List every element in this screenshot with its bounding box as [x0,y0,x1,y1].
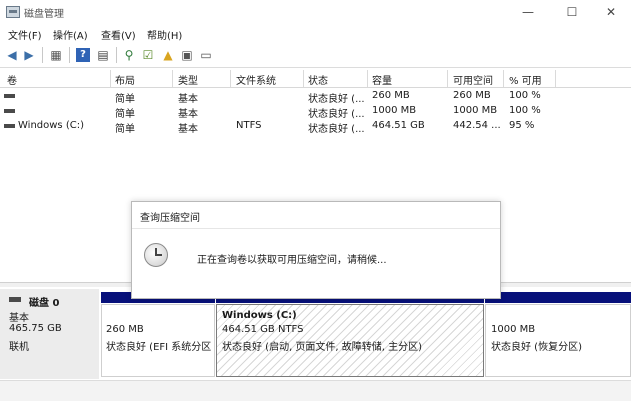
disk-type: 基本 [9,313,29,324]
partition-size: 260 MB [106,324,144,335]
cell-layout: 简单 [115,124,135,135]
cell-type: 基本 [178,94,198,105]
partition-status: 状态良好 (启动, 页面文件, 故障转储, 主分区) [222,342,423,353]
minimize-button[interactable]: — [508,0,548,24]
disk-name: 磁盘 0 [29,298,60,309]
clock-hand [155,254,162,256]
menu-action[interactable]: 操作(A) [53,27,88,42]
volume-icon [4,109,15,113]
volume-icon [4,124,15,128]
cell-capacity: 1000 MB [372,105,417,116]
cell-status: 状态良好 (... [308,124,365,135]
toolbar-separator [42,47,43,63]
column-divider[interactable] [172,70,173,87]
column-divider[interactable] [367,70,368,87]
help-icon[interactable]: ? [76,48,90,62]
back-icon[interactable]: ◀ [5,48,19,62]
cell-free-space: 1000 MB [453,105,498,116]
cell-free-space: 260 MB [453,90,491,101]
view-icon[interactable]: ▭ [199,48,213,62]
cell-type: 基本 [178,124,198,135]
column-divider[interactable] [503,70,504,87]
disk-size: 465.75 GB [9,323,62,334]
menu-help[interactable]: 帮助(H) [147,27,182,42]
query-shrink-dialog: 查询压缩空间 正在查询卷以获取可用压缩空间，请稍候... [131,201,501,299]
column-header-free-space[interactable]: 可用空间 [453,72,493,87]
disk-info-panel[interactable]: 磁盘 0 基本 465.75 GB 联机 [0,289,99,379]
partition-size: 1000 MB [491,324,536,335]
forward-icon[interactable]: ▶ [22,48,36,62]
column-divider[interactable] [555,70,556,87]
menu-view[interactable]: 查看(V) [101,27,136,42]
cell-percent-free: 95 % [509,120,535,131]
dialog-message: 正在查询卷以获取可用压缩空间，请稍候... [197,255,387,266]
column-divider[interactable] [110,70,111,87]
disk-management-icon [6,6,20,18]
partition-name: Windows (C:) [222,310,297,321]
menu-bar: 文件(F) 操作(A) 查看(V) 帮助(H) [0,24,631,43]
cell-free-space: 442.54 ... [453,120,501,131]
menu-file[interactable]: 文件(F) [8,27,42,42]
cell-layout: 简单 [115,94,135,105]
column-header-layout[interactable]: 布局 [115,72,135,87]
toolbar: ◀ ▶ ▦ ? ▤ ⚲ ☑ ▲ ▣ ▭ [0,43,631,68]
properties-icon[interactable]: ▤ [96,48,110,62]
partition-header-bar [485,292,631,303]
maximize-button[interactable]: ☐ [552,0,592,24]
column-header-type[interactable]: 类型 [178,72,198,87]
partition-recovery[interactable]: 1000 MB 状态良好 (恢复分区) [485,304,631,377]
window-title: 磁盘管理 [24,9,64,20]
disk-icon[interactable]: ⚲ [122,48,136,62]
cell-volume: Windows (C:) [18,120,84,131]
toolbar-separator [116,47,117,63]
partition-windows-c[interactable]: Windows (C:) 464.51 GB NTFS 状态良好 (启动, 页面… [216,304,484,377]
toolbar-separator [69,47,70,63]
disk-state: 联机 [9,342,29,353]
cell-status: 状态良好 (... [308,109,365,120]
partition-status: 状态良好 (EFI 系统分区 [106,342,212,353]
close-button[interactable]: ✕ [591,0,631,24]
cell-filesystem: NTFS [236,120,262,131]
partition-status: 状态良好 (恢复分区) [491,342,582,353]
partition-efi[interactable]: 260 MB 状态良好 (EFI 系统分区 [101,304,215,377]
column-header-percent-free[interactable]: % 可用 [509,72,542,87]
dialog-divider [132,228,500,229]
table-row[interactable]: 简单 基本 状态良好 (... 1000 MB 1000 MB 100 % [0,104,631,120]
hard-disk-icon [9,297,21,302]
column-header-volume[interactable]: 卷 [7,72,17,87]
volume-icon [4,94,15,98]
clock-icon [144,243,168,267]
check-icon[interactable]: ☑ [141,48,155,62]
folder-up-icon[interactable]: ▲ [161,48,175,62]
cell-layout: 简单 [115,109,135,120]
cell-capacity: 260 MB [372,90,410,101]
column-header-filesystem[interactable]: 文件系统 [236,72,276,87]
partition-size: 464.51 GB NTFS [222,324,304,335]
column-header-status[interactable]: 状态 [308,72,328,87]
dialog-title: 查询压缩空间 [140,213,200,224]
title-bar: 磁盘管理 — ☐ ✕ [0,0,631,24]
table-row[interactable]: Windows (C:) 简单 基本 NTFS 状态良好 (... 464.51… [0,119,631,135]
table-row[interactable]: 简单 基本 状态良好 (... 260 MB 260 MB 100 % [0,89,631,105]
status-bar [0,380,631,401]
cell-status: 状态良好 (... [308,94,365,105]
column-divider[interactable] [447,70,448,87]
column-divider[interactable] [230,70,231,87]
column-divider[interactable] [303,70,304,87]
settings-icon[interactable]: ▣ [180,48,194,62]
cell-percent-free: 100 % [509,105,541,116]
list-header: 卷 布局 类型 文件系统 状态 容量 可用空间 % 可用 [0,70,631,88]
cell-capacity: 464.51 GB [372,120,425,131]
cell-percent-free: 100 % [509,90,541,101]
column-header-capacity[interactable]: 容量 [372,72,392,87]
show-list-icon[interactable]: ▦ [49,48,63,62]
cell-type: 基本 [178,109,198,120]
